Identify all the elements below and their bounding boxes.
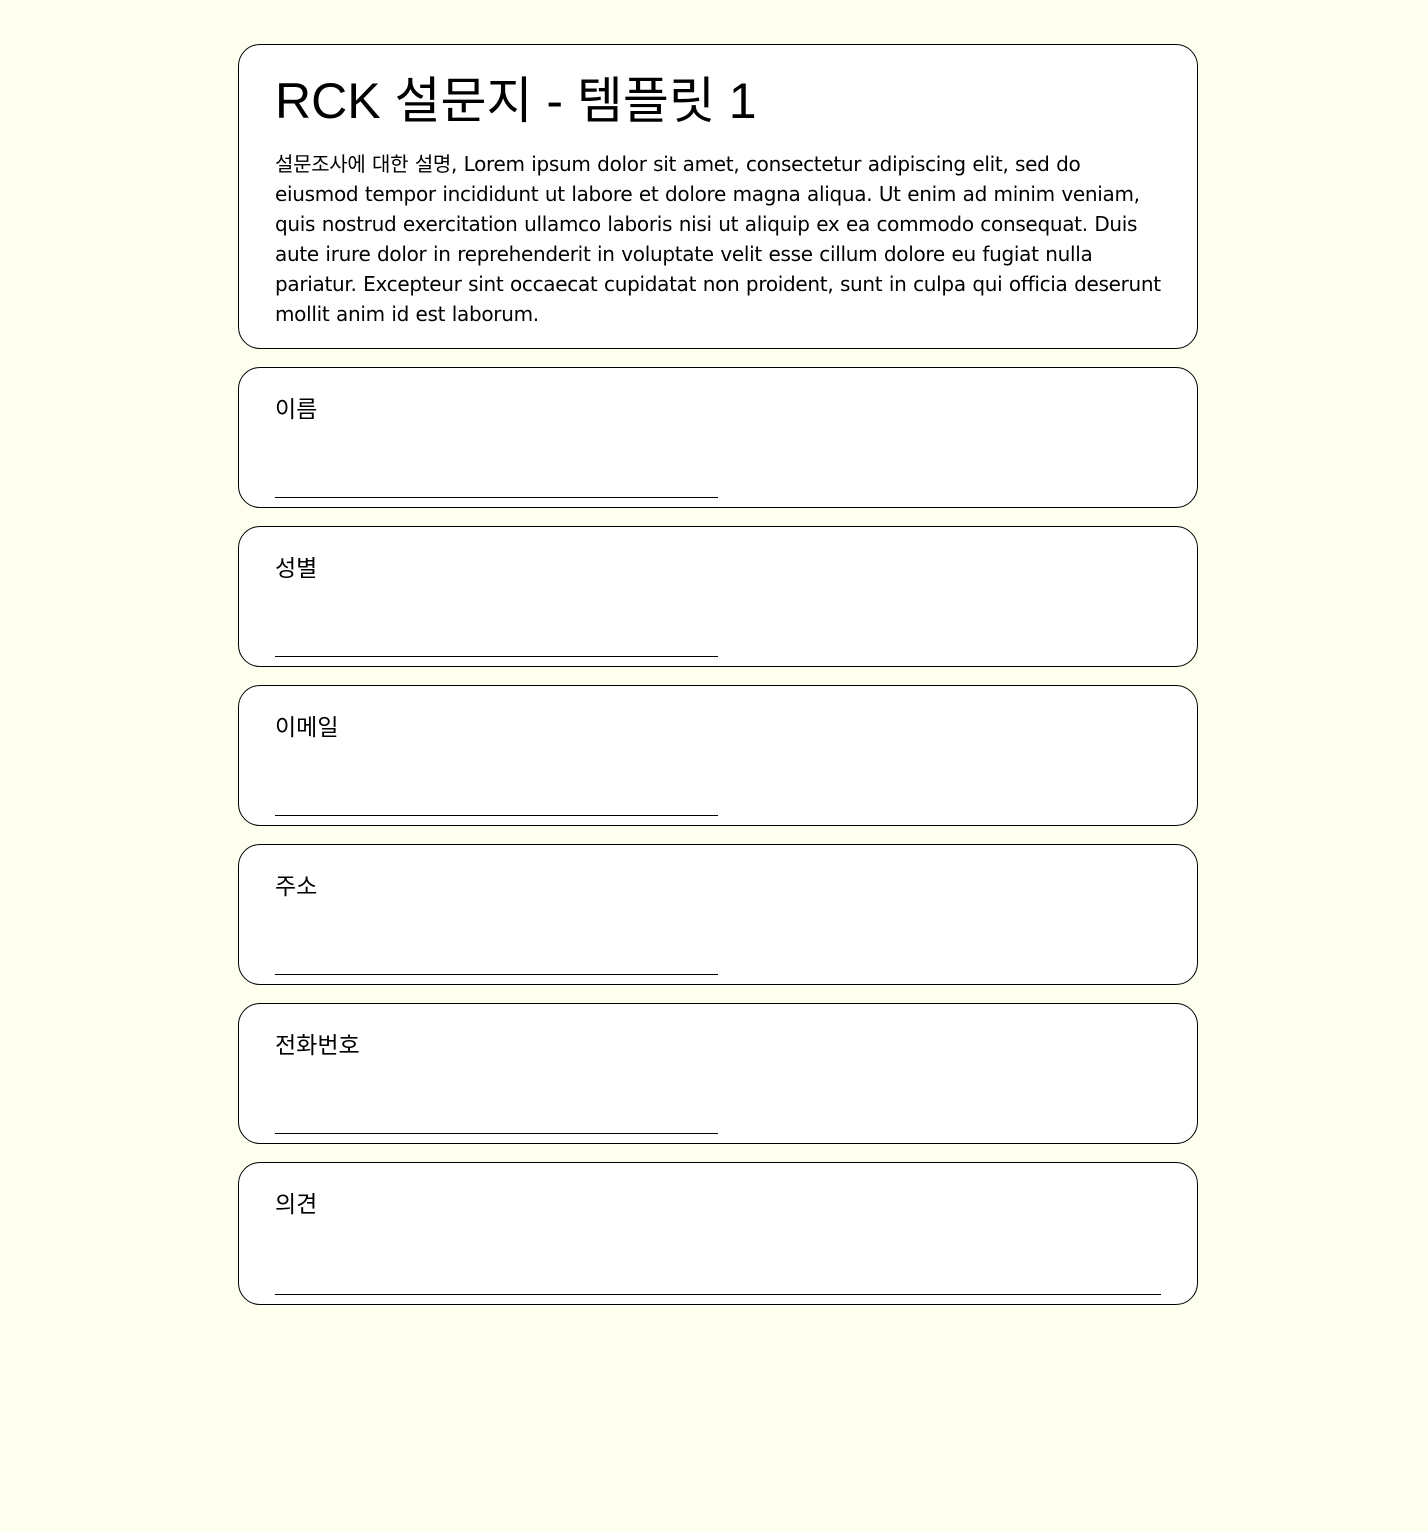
phone-input[interactable] — [275, 1100, 718, 1134]
email-input[interactable] — [275, 782, 718, 816]
question-card-name: 이름 — [238, 367, 1198, 508]
name-input[interactable] — [275, 464, 718, 498]
question-label-opinion: 의견 — [275, 1192, 318, 1218]
address-input[interactable] — [275, 941, 718, 975]
question-label-gender: 성별 — [275, 556, 318, 582]
question-card-phone: 전화번호 — [238, 1003, 1198, 1144]
opinion-input[interactable] — [275, 1261, 1161, 1295]
question-label-address: 주소 — [275, 874, 318, 900]
survey-title: RCK 설문지 - 템플릿 1 — [275, 73, 757, 129]
survey-header-card: RCK 설문지 - 템플릿 1 설문조사에 대한 설명, Lorem ipsum… — [238, 44, 1198, 349]
question-label-name: 이름 — [275, 397, 318, 423]
question-card-email: 이메일 — [238, 685, 1198, 826]
survey-description: 설문조사에 대한 설명, Lorem ipsum dolor sit amet,… — [275, 152, 1161, 326]
question-label-email: 이메일 — [275, 715, 339, 741]
gender-input[interactable] — [275, 623, 718, 657]
question-label-phone: 전화번호 — [275, 1033, 360, 1059]
question-card-address: 주소 — [238, 844, 1198, 985]
question-card-opinion: 의견 — [238, 1162, 1198, 1305]
question-card-gender: 성별 — [238, 526, 1198, 667]
survey-form: RCK 설문지 - 템플릿 1 설문조사에 대한 설명, Lorem ipsum… — [238, 44, 1198, 1323]
